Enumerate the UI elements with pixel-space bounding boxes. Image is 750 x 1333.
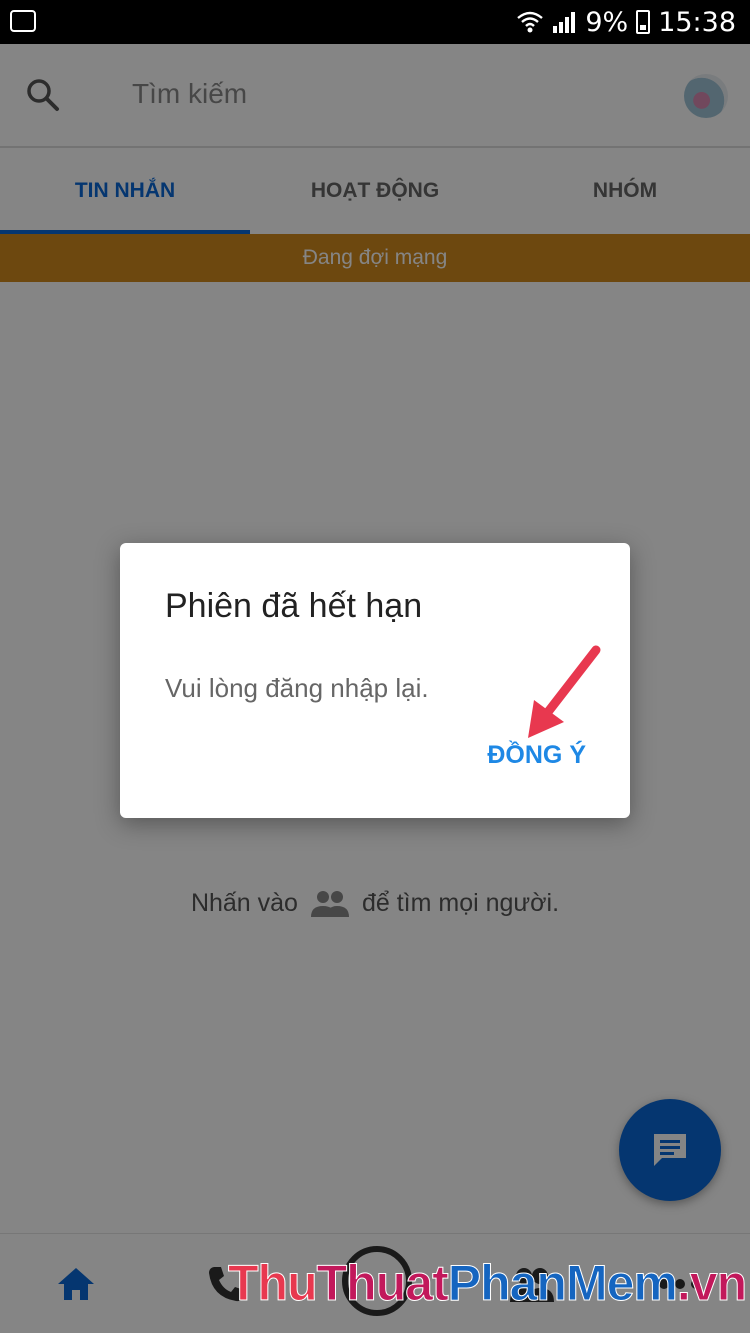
status-right: 9% 15:38 — [517, 6, 736, 38]
wifi-icon — [517, 11, 544, 33]
watermark-part3: PhanMem — [447, 1255, 678, 1312]
dialog-title: Phiên đã hết hạn — [165, 587, 423, 625]
watermark-part1: Thu — [228, 1255, 319, 1312]
watermark: ThuThuatPhanMem.vn — [228, 1254, 748, 1312]
clock: 15:38 — [658, 6, 736, 38]
annotation-arrow-icon — [528, 645, 601, 738]
status-bar: 9% 15:38 — [0, 0, 750, 44]
dialog-message: Vui lòng đăng nhập lại. — [165, 673, 429, 703]
confirm-button[interactable]: ĐỒNG Ý — [487, 741, 586, 770]
battery-percent: 9% — [585, 6, 629, 38]
activity-icon — [10, 10, 36, 32]
signal-icon — [553, 12, 576, 33]
watermark-part2: Thuat — [316, 1255, 449, 1312]
watermark-part4: .vn — [676, 1255, 747, 1312]
battery-icon — [636, 10, 651, 34]
